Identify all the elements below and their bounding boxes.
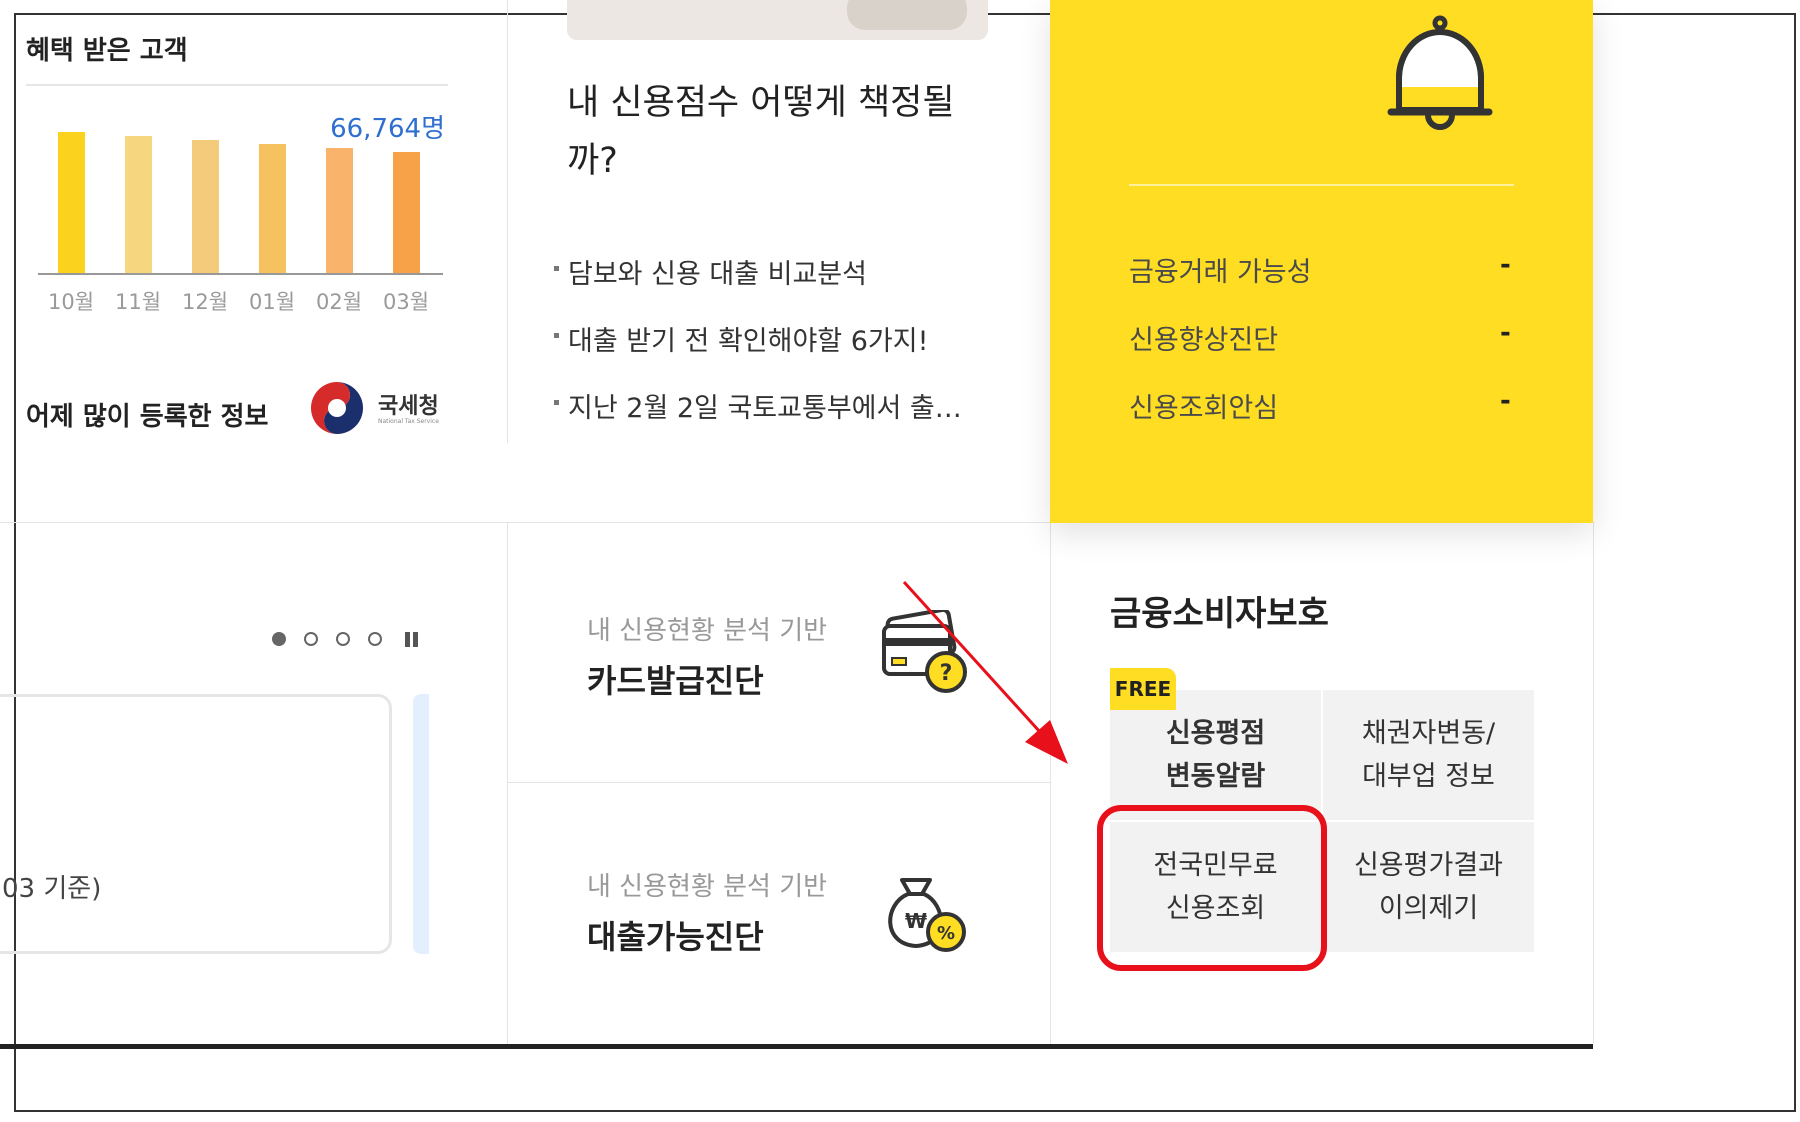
chart-bar <box>192 140 219 273</box>
chart-month-label: 01월 <box>248 290 296 314</box>
chart-month-label: 02월 <box>315 290 363 314</box>
service-subtitle: 내 신용현황 분석 기반 <box>587 872 828 902</box>
money-bag-icon: ₩ % <box>880 866 972 958</box>
pointer-arrow <box>902 580 1068 764</box>
service-subtitle: 내 신용현황 분석 기반 <box>587 616 828 646</box>
chart-bar <box>125 136 152 273</box>
carousel-card[interactable] <box>0 694 392 954</box>
service-title[interactable]: 대출가능진단 <box>587 912 764 958</box>
credit-objection-button[interactable]: 신용평가결과 이의제기 <box>1323 822 1534 952</box>
panel-item-label[interactable]: 금융거래 가능성 <box>1129 250 1311 289</box>
svg-text:%: % <box>937 923 955 944</box>
customer-count: 66,764명 <box>330 114 445 144</box>
registered-title: 어제 많이 등록한 정보 <box>26 402 269 432</box>
bell-icon <box>1385 14 1495 132</box>
panel-item-value: - <box>1500 250 1511 280</box>
divider <box>26 84 448 86</box>
svg-text:₩: ₩ <box>905 909 927 933</box>
chart-month-label: 03월 <box>382 290 430 314</box>
chart-month-label: 10월 <box>47 290 95 314</box>
consumer-protection-title: 금융소비자보호 <box>1110 594 1329 634</box>
chart-bar <box>259 144 286 273</box>
benefit-title: 혜택 받은 고객 <box>26 36 188 66</box>
highlight-box <box>1097 805 1327 971</box>
carousel-dot[interactable] <box>304 632 318 646</box>
divider <box>1129 184 1514 186</box>
chart-bar <box>393 152 420 273</box>
free-badge: FREE <box>1110 668 1176 710</box>
service-title[interactable]: 카드발급진단 <box>587 656 764 702</box>
panel-item-value: - <box>1500 318 1511 348</box>
pause-icon[interactable] <box>404 632 419 647</box>
chart-baseline <box>38 273 443 275</box>
carousel-dot[interactable] <box>336 632 350 646</box>
chart-month-label: 11월 <box>114 290 162 314</box>
carousel-dot[interactable] <box>368 632 382 646</box>
panel-title-clipped <box>1123 0 1333 12</box>
chart-bar <box>326 148 353 273</box>
article-headline[interactable]: 내 신용점수 어떻게 책정될 까? <box>567 74 955 190</box>
panel-item-label[interactable]: 신용향상진단 <box>1129 318 1278 357</box>
next-card-peek[interactable] <box>413 694 429 954</box>
card-date-text: 03 기준) <box>2 874 102 904</box>
panel-item-value: - <box>1500 386 1511 416</box>
nts-logo[interactable] <box>310 381 364 435</box>
article-link[interactable]: 담보와 신용 대출 비교분석 <box>554 252 867 291</box>
carousel-dot[interactable] <box>272 632 286 646</box>
bottom-border <box>0 1044 1593 1049</box>
article-thumbnail[interactable] <box>567 0 988 40</box>
creditor-change-button[interactable]: 채권자변동/ 대부업 정보 <box>1323 690 1534 820</box>
chart-bar <box>58 132 85 273</box>
divider <box>507 0 508 443</box>
divider <box>1593 522 1594 1044</box>
chart-month-label: 12월 <box>181 290 229 314</box>
nts-logo-subtext: National Tax Service <box>378 418 439 425</box>
nts-logo-text: 국세청 <box>378 394 439 419</box>
article-link[interactable]: 대출 받기 전 확인해야할 6가지! <box>553 319 928 358</box>
article-link[interactable]: 지난 2월 2일 국토교통부에서 출… <box>554 386 962 425</box>
panel-item-label[interactable]: 신용조회안심 <box>1129 386 1278 425</box>
